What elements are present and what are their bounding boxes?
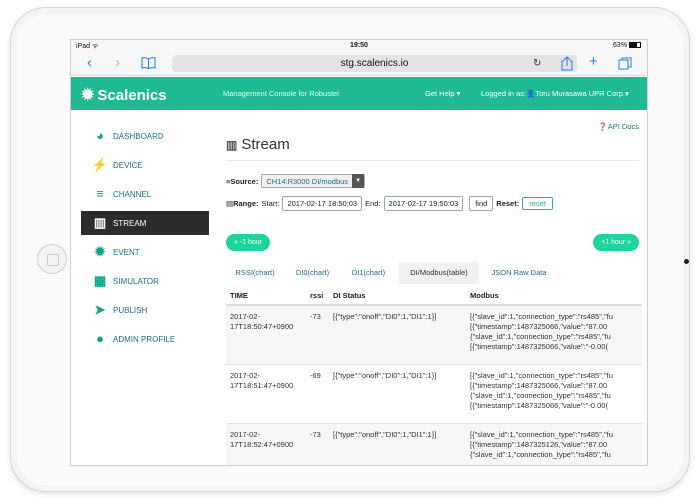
browser-toolbar: ‹ › stg.scalenics.io ↻ + (71, 52, 647, 76)
forward-icon[interactable]: › (115, 55, 120, 71)
modbus-cell: [{"slave_id":1,"connection_type":"rs485"… (470, 371, 613, 410)
modbus-cell: [{"slave_id":1,"connection_type":"rs485"… (470, 312, 613, 351)
sidebar-item-label: EVENT (113, 247, 140, 257)
chevron-down-icon: ▼ (352, 174, 365, 188)
calculator-icon: ▦ (93, 273, 107, 288)
new-tab-icon[interactable]: + (589, 54, 598, 70)
title-divider (226, 160, 639, 161)
sidebar-item-label: STREAM (113, 218, 147, 228)
tab-json-raw-data[interactable]: JSON Raw Data (482, 262, 556, 284)
start-datetime-input[interactable]: 2017-02-17 18:50:03 (282, 196, 363, 211)
bookmarks-icon[interactable] (141, 57, 156, 73)
source-row: ≡ Source: CH14:R3000 DI/modbus ▼ (226, 174, 366, 188)
scalenics-logo[interactable]: ✹ Scalenics (81, 85, 167, 105)
battery-percent: 63% (613, 42, 628, 49)
get-help-menu[interactable]: Get Help ▾ (425, 89, 460, 98)
range-row: ▤ Range: Start: 2017-02-17 18:50:03 End:… (226, 196, 553, 211)
rssi-cell: -73 (310, 430, 321, 439)
stream-table: TIME rssi DI Status Modbus 2017-02-17T18… (226, 288, 642, 465)
sidebar-item-event[interactable]: ✹ EVENT (81, 240, 209, 264)
modbus-cell: [{"slave_id":1,"connection_type":"rs485"… (470, 430, 613, 459)
logo-gear-icon: ✹ (81, 87, 95, 104)
dashboard-icon: ◕ (96, 128, 104, 143)
sidebar-item-label: PUBLISH (113, 305, 148, 315)
user-icon: ● (96, 331, 104, 346)
console-title: Management Console for Robustel (223, 89, 339, 98)
back-icon[interactable]: ‹ (87, 55, 92, 71)
table-row: 2017-02-17T18:51:47+0900 -69 [{"type":"o… (226, 365, 642, 424)
table-header: TIME rssi DI Status Modbus (226, 288, 642, 306)
next-hour-button[interactable]: +1 hour » (593, 234, 639, 251)
sidebar-item-channel[interactable]: ≡ CHANNEL (81, 182, 209, 206)
sidebar-item-label: SIMULATOR (113, 276, 159, 286)
bar-chart-icon: ▥ (93, 215, 107, 230)
sidebar-item-stream[interactable]: ▥ STREAM (81, 211, 209, 235)
tabs-icon[interactable] (618, 57, 632, 74)
battery-icon (629, 42, 641, 49)
bar-chart-icon: ▥ (226, 138, 238, 152)
table-row: 2017-02-17T18:52:47+0900 -73 [{"type":"o… (226, 424, 642, 465)
di-status-cell: [{"type":"onoff","DI0":1,"DI1":1}] (333, 312, 437, 321)
reset-button[interactable]: reset (522, 197, 553, 210)
col-time: TIME (230, 291, 248, 300)
prev-hour-button[interactable]: « -1 hour (226, 234, 271, 251)
tab-di0-chart[interactable]: DI0(chart) (285, 262, 340, 284)
di-status-cell: [{"type":"onoff","DI0":1,"DI1":1}] (333, 371, 437, 380)
time-cell: 2017-02-17T18:51:47+0900 (230, 371, 294, 390)
di-status-cell: [{"type":"onoff","DI0":1,"DI1":1}] (333, 430, 437, 439)
rssi-cell: -69 (310, 371, 321, 380)
sidebar-item-label: ADMIN PROFILE (113, 334, 176, 344)
sidebar-item-label: DASHBOARD (113, 131, 164, 141)
url-text: stg.scalenics.io (340, 58, 409, 69)
front-camera (684, 259, 689, 264)
user-menu[interactable]: Logged in as:👤Toru Murasawa UPR Corp.▾ (481, 89, 629, 98)
sidebar-item-admin-profile[interactable]: ● ADMIN PROFILE (81, 327, 209, 351)
tab-di1-chart[interactable]: DI1(chart) (341, 262, 396, 284)
tab-rssi-chart[interactable]: RSSI(chart) (226, 262, 284, 284)
battery-indicator: 63% (613, 42, 641, 49)
range-label: Range: (233, 199, 259, 208)
sidebar-item-simulator[interactable]: ▦ SIMULATOR (81, 269, 209, 293)
sidebar-item-dashboard[interactable]: ◕ DASHBOARD (81, 124, 209, 148)
start-label: Start: (261, 199, 280, 208)
sidebar-item-device[interactable]: ⚡ DEVICE (81, 153, 209, 177)
tab-di-modbus-table[interactable]: DI/Modbus(table) (399, 262, 479, 284)
end-datetime-input[interactable]: 2017-02-17 19:50:03 (383, 196, 464, 211)
find-button[interactable]: find (469, 196, 494, 211)
clock: 19:50 (350, 42, 368, 49)
gear-icon: ✹ (94, 244, 106, 259)
share-icon[interactable] (561, 56, 573, 75)
plug-icon: ⚡ (91, 157, 109, 172)
page-title: ▥ Stream (226, 136, 290, 153)
reset-label: Reset: (496, 199, 520, 208)
sidebar-item-label: CHANNEL (113, 189, 152, 199)
source-label: Source: (230, 176, 259, 186)
paper-plane-icon: ➤ (94, 302, 106, 317)
calendar-icon: ▤ (226, 199, 234, 208)
api-docs-link[interactable]: ❓API Docs (598, 122, 639, 131)
app-header: ✹ Scalenics Management Console for Robust… (71, 77, 647, 110)
stream-tabs: RSSI(chart) DI0(chart) DI1(chart) DI/Mod… (219, 262, 647, 284)
url-bar[interactable]: stg.scalenics.io (172, 55, 577, 72)
main-content: ❓API Docs ▥ Stream ≡ Source: CH14:R3000 D… (219, 110, 647, 465)
table-row: 2017-02-17T18:50:47+0900 -73 [{"type":"o… (226, 306, 642, 365)
database-icon: ≡ (96, 186, 104, 201)
reload-icon[interactable]: ↻ (533, 55, 541, 72)
col-di-status: DI Status (333, 291, 366, 300)
time-cell: 2017-02-17T18:52:47+0900 (230, 430, 294, 449)
sidebar-item-label: DEVICE (113, 160, 143, 170)
rssi-cell: -73 (310, 312, 321, 321)
home-button[interactable] (37, 244, 67, 274)
end-label: End: (365, 199, 381, 208)
time-cell: 2017-02-17T18:50:47+0900 (230, 312, 294, 331)
col-rssi: rssi (310, 291, 324, 300)
status-bar: iPad ᯤ 19:50 63% (71, 40, 647, 52)
sidebar-item-publish[interactable]: ➤ PUBLISH (81, 298, 209, 322)
source-select-value: CH14:R3000 DI/modbus (266, 176, 349, 186)
col-modbus: Modbus (470, 291, 499, 300)
screen: iPad ᯤ 19:50 63% ‹ › stg.scalenics.io ↻ … (70, 39, 648, 466)
sidebar: ◕ DASHBOARD ⚡ DEVICE ≡ CHANNEL ▥ STREAM … (71, 110, 219, 465)
source-select[interactable]: CH14:R3000 DI/modbus ▼ (261, 174, 366, 188)
